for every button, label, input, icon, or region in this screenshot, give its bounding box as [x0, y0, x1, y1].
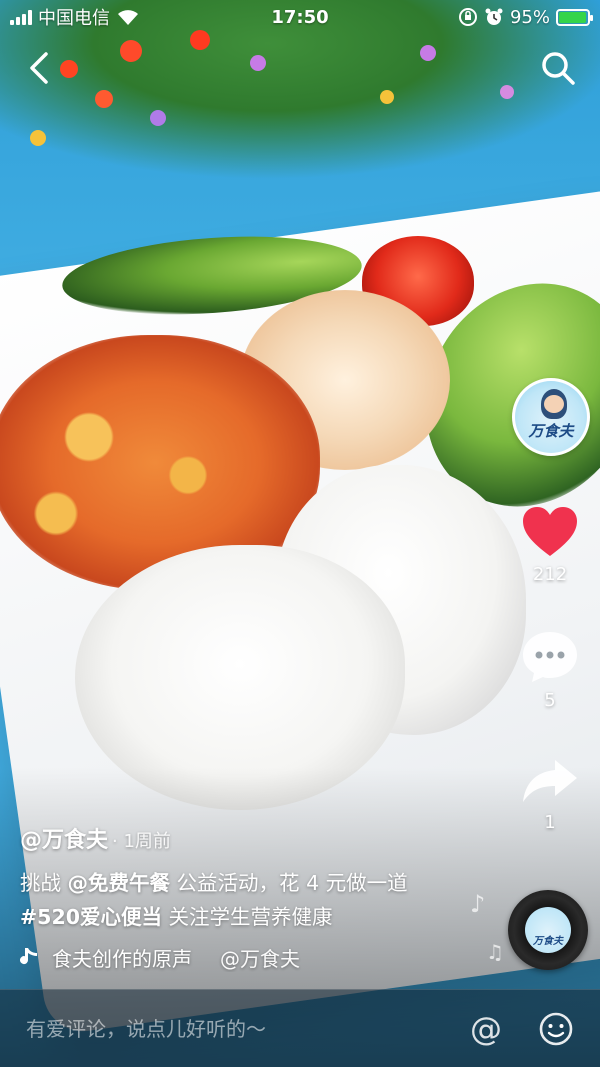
- share-button[interactable]: 1: [518, 756, 582, 833]
- disc-logo-text: 万食夫: [533, 936, 563, 947]
- like-count: 212: [532, 564, 568, 585]
- music-note-icon: [20, 948, 37, 965]
- music-disc[interactable]: 万食夫: [508, 890, 588, 970]
- floating-note-icon: ♪: [470, 890, 486, 918]
- flower: [120, 40, 142, 62]
- avatar-logo-text: 万食夫: [528, 422, 574, 440]
- emoji-icon[interactable]: [538, 1011, 574, 1047]
- disc-avatar: 万食夫: [525, 907, 571, 953]
- wifi-icon: [118, 10, 138, 25]
- floating-note-icon: ♫: [486, 940, 504, 964]
- share-icon: [523, 760, 577, 802]
- comment-count: 5: [544, 690, 556, 711]
- music-author: @万食夫: [220, 946, 300, 971]
- author-line: @万食夫 · 1周前: [20, 822, 171, 854]
- search-icon[interactable]: [538, 48, 578, 88]
- battery-percent: 95%: [509, 6, 550, 28]
- comment-button[interactable]: 5: [518, 630, 582, 711]
- battery-icon: [556, 8, 593, 26]
- desc-prefix: 挑战: [20, 871, 68, 895]
- flower: [500, 85, 514, 99]
- heart-icon: [523, 507, 577, 556]
- comment-bar: @: [0, 989, 600, 1067]
- battery-fill: [559, 11, 586, 23]
- alarm-icon: [485, 8, 503, 25]
- like-button[interactable]: 212: [518, 506, 582, 585]
- signal-icon: [10, 9, 32, 25]
- music-info[interactable]: 食夫创作的原声 @万食夫: [20, 942, 340, 972]
- flower: [420, 45, 436, 61]
- mention-button[interactable]: @: [466, 1009, 506, 1049]
- carrier-name: 中国电信: [38, 8, 110, 29]
- posted-time: · 1周前: [112, 831, 171, 852]
- share-count: 1: [544, 812, 556, 833]
- flower: [250, 55, 266, 71]
- flower: [30, 130, 46, 146]
- flower: [60, 60, 78, 78]
- author-avatar[interactable]: 万食夫: [512, 378, 590, 456]
- flower: [150, 110, 166, 126]
- flower: [380, 90, 394, 104]
- back-icon[interactable]: [22, 48, 58, 88]
- lock-rotation-icon: [458, 8, 477, 26]
- desc-hashtag-link[interactable]: #520爱心便当: [20, 905, 162, 929]
- music-title: 食夫创作的原声: [52, 946, 192, 971]
- comment-input[interactable]: [26, 1016, 466, 1041]
- flower: [95, 90, 113, 108]
- avatar-face: [544, 395, 564, 413]
- author-name[interactable]: @万食夫: [20, 828, 108, 853]
- comment-icon: [523, 632, 577, 682]
- desc-middle: 公益活动，花 4 元做一道: [170, 871, 408, 895]
- video-description: 挑战 @免费午餐 公益活动，花 4 元做一道 #520爱心便当 关注学生营养健康: [20, 866, 460, 934]
- desc-mention-link[interactable]: @免费午餐: [68, 871, 171, 895]
- desc-suffix: 关注学生营养健康: [161, 905, 333, 929]
- status-bar: 中国电信 17:50 95%: [0, 0, 600, 34]
